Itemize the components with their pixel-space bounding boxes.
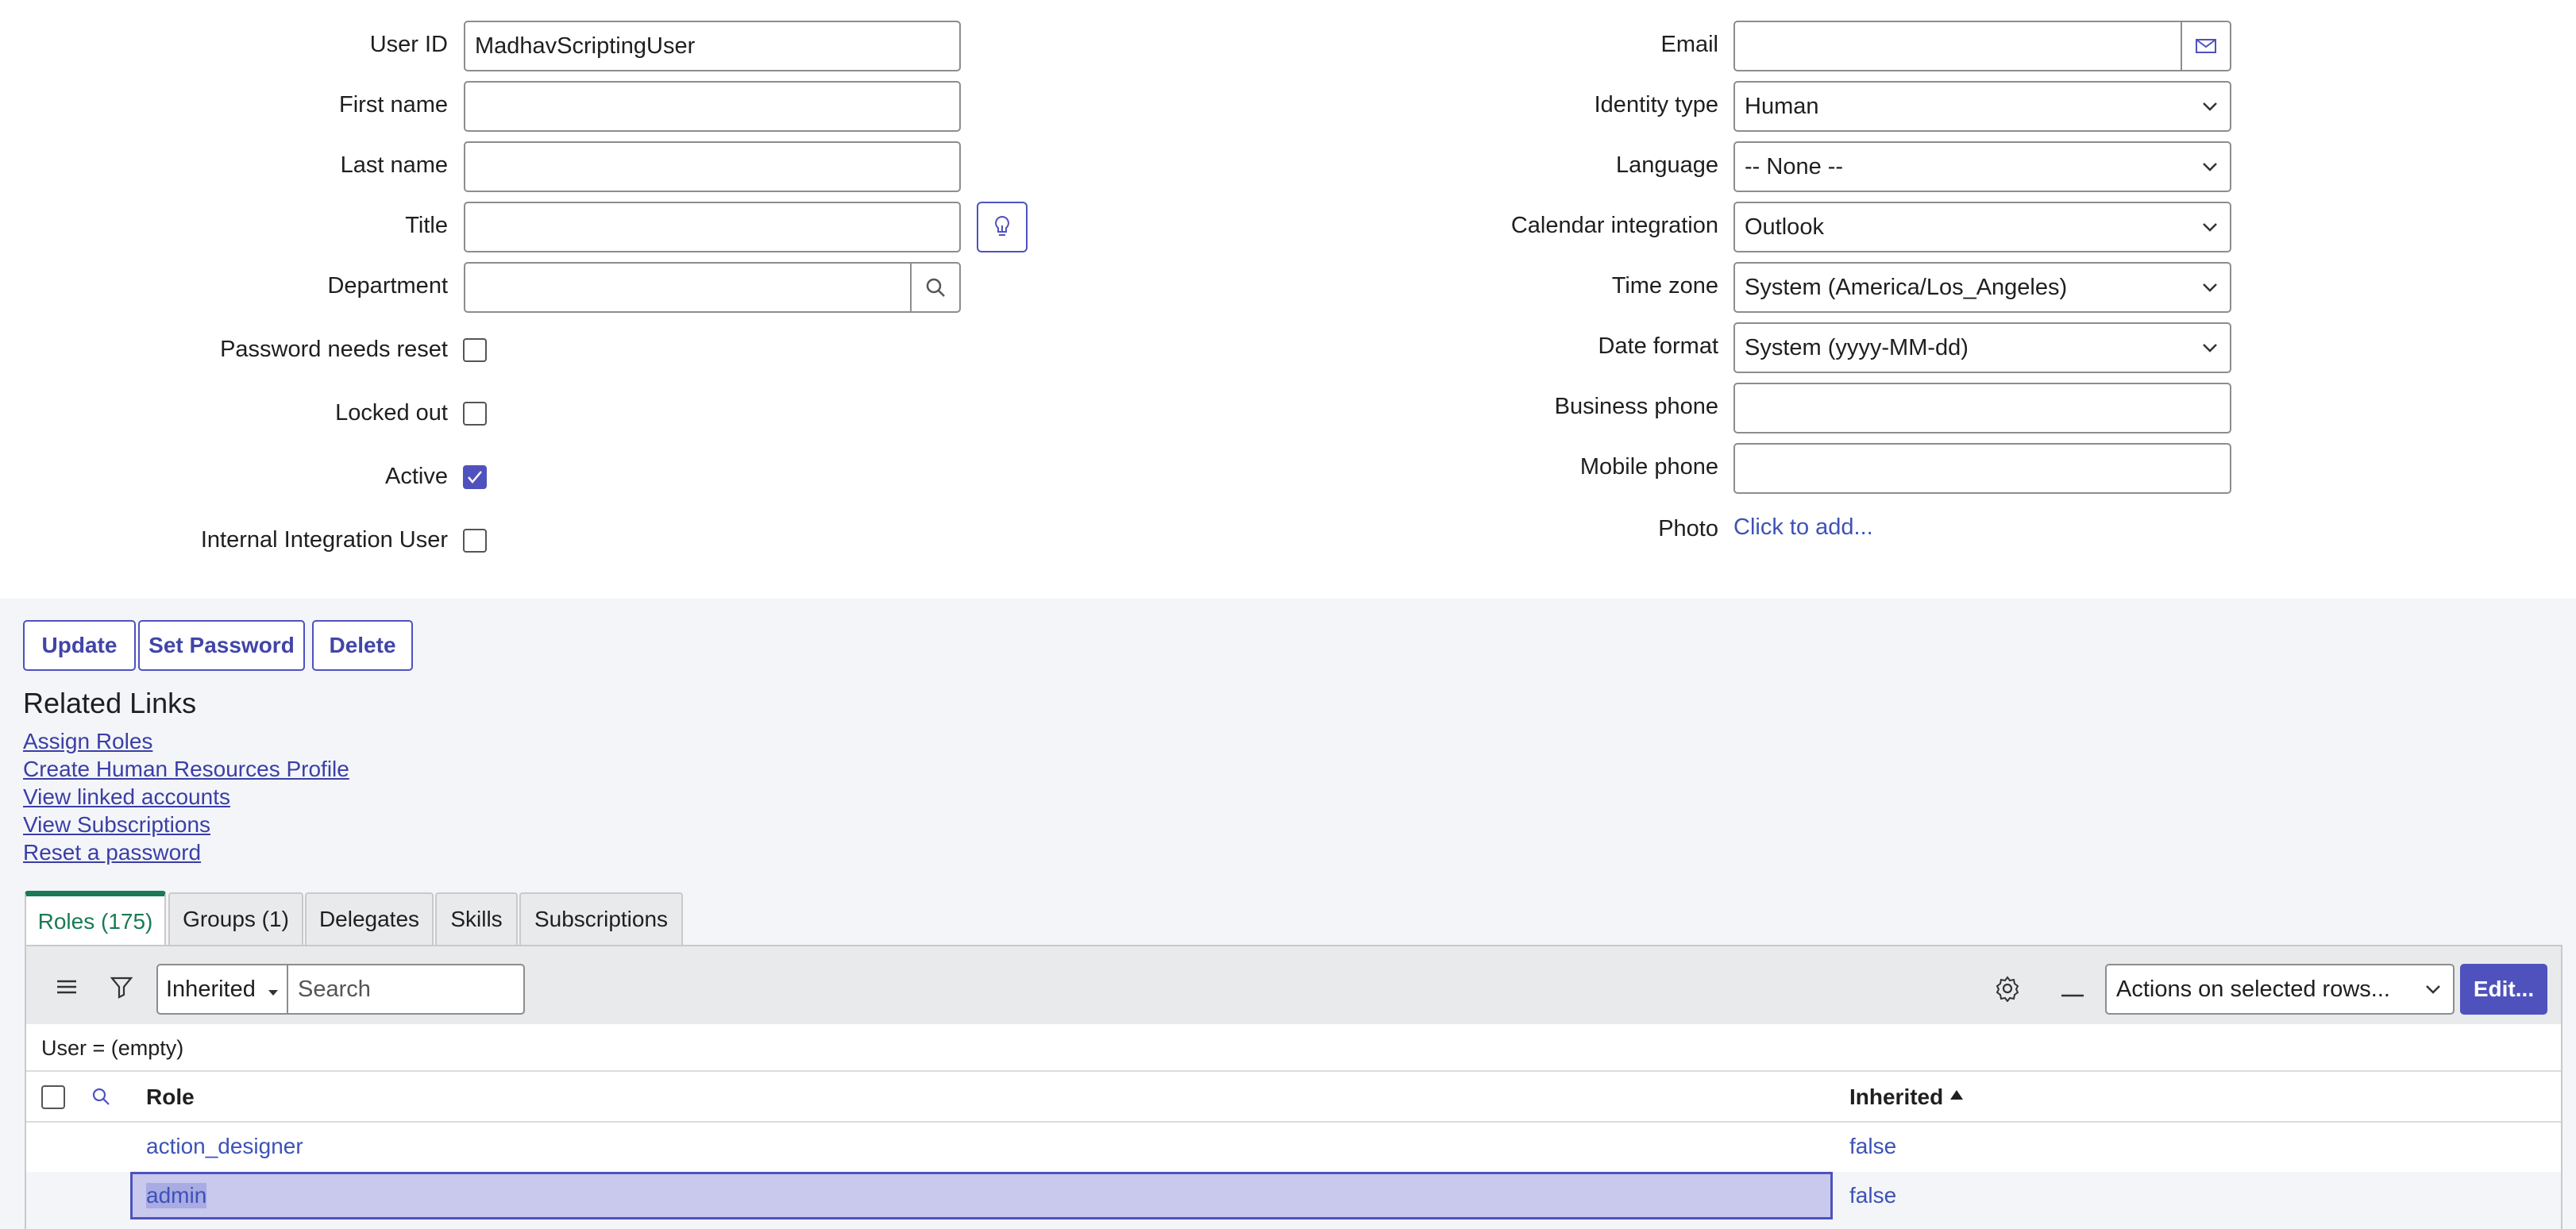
search-icon — [926, 278, 945, 297]
mobile-phone-label: Mobile phone — [1579, 454, 1718, 480]
date-format-label: Date format — [1598, 333, 1719, 359]
identity-type-label: Identity type — [1594, 92, 1718, 118]
envelope-icon — [2196, 39, 2216, 53]
department-lookup-button[interactable] — [910, 262, 961, 313]
title-field[interactable] — [464, 202, 961, 252]
chevron-down-icon — [2200, 156, 2220, 177]
last-name-field[interactable] — [464, 141, 961, 192]
actions-on-selected-select[interactable]: Actions on selected rows... — [2105, 964, 2455, 1015]
user-form: User ID MadhavScriptingUser First name L… — [0, 0, 2576, 599]
calendar-integration-select[interactable]: Outlook — [1733, 202, 2231, 252]
date-format-value: System (yyyy-MM-dd) — [1745, 334, 1969, 360]
time-zone-select[interactable]: System (America/Los_Angeles) — [1733, 262, 2231, 313]
tab-groups[interactable]: Groups (1) — [168, 892, 303, 945]
delete-button[interactable]: Delete — [312, 620, 413, 671]
title-label: Title — [405, 213, 448, 238]
chevron-down-icon — [2200, 217, 2220, 237]
calendar-integration-value: Outlook — [1745, 214, 1824, 240]
select-all-checkbox[interactable] — [41, 1085, 65, 1109]
internal-integration-checkbox[interactable] — [463, 529, 487, 553]
tab-roles[interactable]: Roles (175) — [25, 891, 166, 946]
search-field-select[interactable]: Inherited — [156, 964, 288, 1015]
chevron-down-icon — [2200, 277, 2220, 298]
mobile-phone-field[interactable] — [1733, 443, 2231, 494]
list-menu-icon[interactable] — [56, 978, 78, 1000]
user-id-value: MadhavScriptingUser — [475, 33, 696, 59]
business-phone-field[interactable] — [1733, 383, 2231, 433]
date-format-select[interactable]: System (yyyy-MM-dd) — [1733, 322, 2231, 373]
related-link-reset-password[interactable]: Reset a password — [23, 840, 201, 865]
user-id-field[interactable]: MadhavScriptingUser — [464, 21, 961, 71]
role-cell[interactable]: action_designer — [146, 1134, 303, 1159]
collapse-icon[interactable] — [2061, 987, 2084, 1001]
photo-add-link[interactable]: Click to add... — [1733, 514, 1873, 541]
chevron-down-icon — [2200, 337, 2220, 358]
column-header-inherited[interactable]: Inherited — [1849, 1085, 1943, 1110]
email-send-button[interactable] — [2181, 21, 2231, 71]
time-zone-value: System (America/Los_Angeles) — [1745, 274, 2068, 300]
last-name-label: Last name — [340, 152, 448, 178]
inherited-cell[interactable]: false — [1849, 1183, 1896, 1208]
email-label: Email — [1660, 32, 1718, 57]
set-password-button[interactable]: Set Password — [138, 620, 305, 671]
filter-icon[interactable] — [110, 975, 133, 1003]
list-search-input[interactable]: Search — [287, 964, 525, 1015]
language-select[interactable]: -- None -- — [1733, 141, 2231, 192]
checkmark-icon — [468, 471, 482, 484]
department-field[interactable] — [464, 262, 913, 313]
lightbulb-icon — [995, 215, 1009, 236]
chevron-down-icon — [2423, 979, 2443, 1000]
breadcrumb-divider — [26, 1070, 2561, 1072]
list-breadcrumb: User = (empty) — [41, 1036, 184, 1060]
caret-down-icon — [268, 977, 279, 1003]
user-id-label: User ID — [369, 32, 448, 57]
role-cell[interactable]: admin — [146, 1183, 207, 1208]
related-link-create-hr-profile[interactable]: Create Human Resources Profile — [23, 757, 349, 782]
edit-button[interactable]: Edit... — [2460, 964, 2547, 1015]
related-link-view-subscriptions[interactable]: View Subscriptions — [23, 812, 210, 838]
email-field[interactable] — [1733, 21, 2183, 71]
password-reset-label: Password needs reset — [220, 337, 448, 362]
chevron-down-icon — [2200, 96, 2220, 117]
tab-subscriptions[interactable]: Subscriptions — [519, 892, 683, 945]
update-button[interactable]: Update — [23, 620, 136, 671]
gear-icon[interactable] — [1994, 975, 2021, 1006]
internal-integration-label: Internal Integration User — [200, 527, 448, 553]
first-name-label: First name — [339, 92, 448, 118]
identity-type-value: Human — [1745, 93, 1819, 119]
actions-on-selected-value: Actions on selected rows... — [2116, 976, 2390, 1002]
locked-out-label: Locked out — [335, 400, 448, 426]
first-name-field[interactable] — [464, 81, 961, 132]
role-cell-selected[interactable] — [130, 1172, 1833, 1219]
sort-ascending-icon[interactable] — [1949, 1089, 1964, 1104]
tab-delegates[interactable]: Delegates — [305, 892, 434, 945]
search-field-value: Inherited — [166, 976, 256, 1002]
business-phone-label: Business phone — [1554, 394, 1718, 419]
password-reset-checkbox[interactable] — [463, 338, 487, 362]
related-link-assign-roles[interactable]: Assign Roles — [23, 729, 152, 754]
active-checkbox[interactable] — [463, 465, 487, 489]
related-link-view-linked-accounts[interactable]: View linked accounts — [23, 784, 230, 810]
time-zone-label: Time zone — [1611, 273, 1718, 299]
column-header-role[interactable]: Role — [146, 1085, 195, 1110]
tab-skills[interactable]: Skills — [435, 892, 518, 945]
identity-type-select[interactable]: Human — [1733, 81, 2231, 132]
calendar-integration-label: Calendar integration — [1510, 213, 1718, 238]
related-links-title: Related Links — [23, 687, 197, 719]
inherited-cell[interactable]: false — [1849, 1134, 1896, 1159]
table-row — [26, 1123, 2561, 1172]
department-label: Department — [327, 273, 448, 299]
language-value: -- None -- — [1745, 153, 1844, 179]
active-label: Active — [385, 464, 448, 489]
locked-out-checkbox[interactable] — [463, 402, 487, 426]
list-search-placeholder: Search — [298, 976, 371, 1002]
title-suggestion-button[interactable] — [977, 202, 1028, 252]
photo-label: Photo — [1658, 516, 1718, 541]
column-search-icon[interactable] — [91, 1086, 111, 1111]
language-label: Language — [1615, 152, 1718, 178]
